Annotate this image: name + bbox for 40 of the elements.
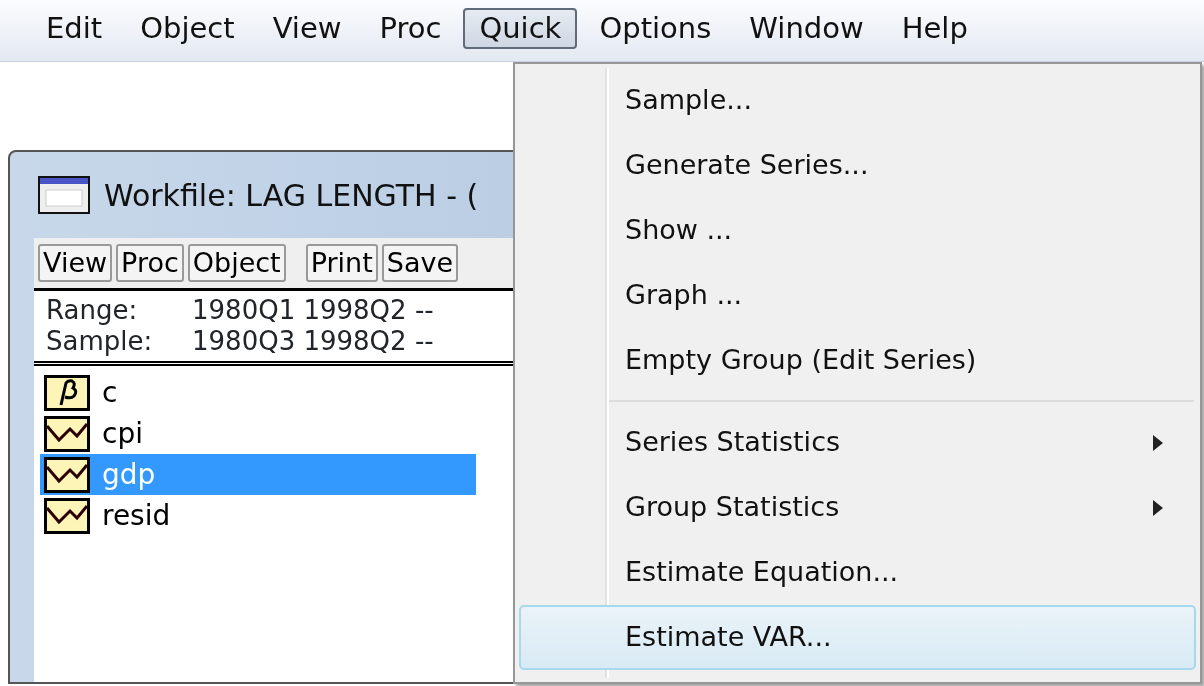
info-value: 1980Q1 1998Q2 -- (192, 294, 434, 325)
menu-option[interactable]: Sample... (519, 68, 1196, 133)
menu-option[interactable]: Graph ... (519, 263, 1196, 328)
series-icon (44, 415, 90, 452)
toolbar-button[interactable]: View (38, 244, 113, 282)
object-item[interactable]: resid (40, 495, 476, 537)
menu-item[interactable]: Options (583, 8, 728, 50)
menu-item[interactable]: View (256, 8, 358, 50)
menu-item[interactable]: Proc (363, 8, 458, 50)
toolbar-button[interactable]: Print (305, 244, 378, 282)
window-title: Workfile: LAG LENGTH - ( (104, 176, 479, 215)
menu-option[interactable]: Estimate Equation... (519, 540, 1196, 605)
object-name: cpi (102, 415, 143, 452)
object-name: gdp (102, 456, 156, 493)
object-item[interactable]: c (40, 372, 476, 414)
info-label: Range: (46, 294, 139, 326)
menu-option[interactable]: Show ... (519, 198, 1196, 263)
object-name: resid (102, 497, 171, 534)
window-icon (38, 176, 90, 214)
menu-option[interactable]: Series Statistics (519, 410, 1196, 475)
series-icon (44, 456, 90, 493)
coefficient-icon (44, 374, 90, 411)
menu-item[interactable]: Help (885, 8, 984, 50)
menu-item[interactable]: Quick (463, 8, 578, 50)
menu-option[interactable]: Group Statistics (519, 475, 1196, 540)
toolbar-button[interactable]: Object (187, 244, 286, 282)
menu-option[interactable]: Estimate VAR... (519, 605, 1196, 670)
info-value: 1980Q3 1998Q2 -- (192, 325, 434, 356)
object-item[interactable]: cpi (40, 413, 476, 455)
toolbar-button[interactable]: Proc (116, 244, 184, 282)
menu-item[interactable]: Window (733, 8, 880, 50)
menu-item[interactable]: Edit (30, 8, 119, 50)
series-icon (44, 497, 90, 534)
info-label: Sample: (46, 325, 154, 358)
submenu-arrow-icon (1152, 498, 1164, 517)
menu-item[interactable]: Object (124, 8, 251, 50)
menu-option[interactable]: Generate Series... (519, 133, 1196, 198)
toolbar-button[interactable]: Save (381, 244, 459, 282)
submenu-arrow-icon (1152, 433, 1164, 452)
object-name: c (102, 374, 118, 411)
